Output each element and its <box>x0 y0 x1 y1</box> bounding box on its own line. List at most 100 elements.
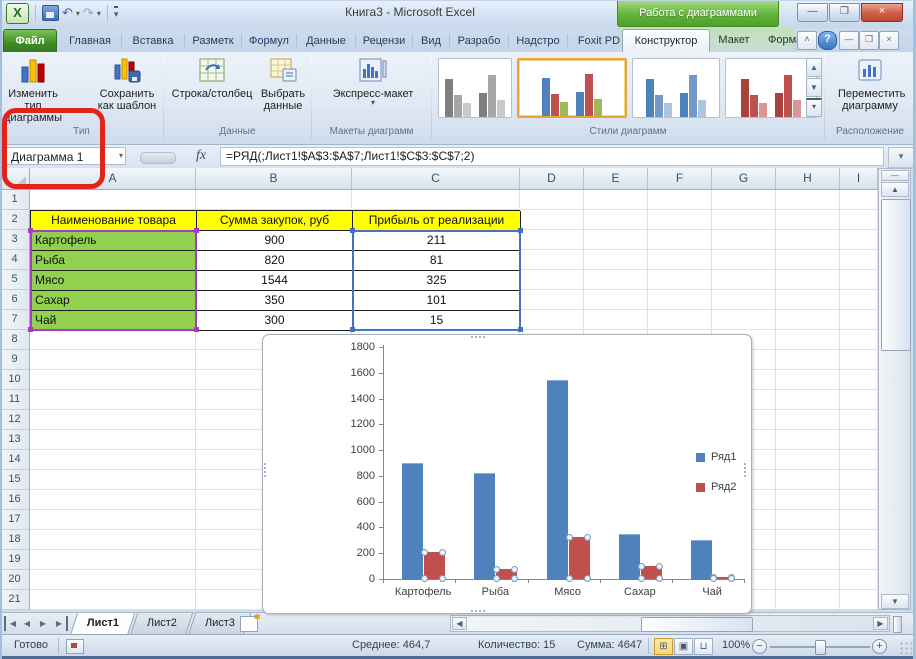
select-data-button[interactable]: Выбрать данные <box>256 54 310 124</box>
selection-handle[interactable] <box>566 534 573 541</box>
last-sheet-icon[interactable]: ▶ <box>52 616 68 631</box>
gallery-scroll-up-icon[interactable]: ▲ <box>806 58 822 77</box>
undo-icon[interactable]: ↶ <box>62 5 73 21</box>
row-header-21[interactable]: 21 <box>0 590 30 610</box>
chart-grip-bottom[interactable] <box>471 610 485 612</box>
scroll-left-icon[interactable]: ◀ <box>452 617 467 630</box>
switch-row-column-button[interactable]: Строка/столбец <box>170 54 254 124</box>
name-box-dropdown-icon[interactable]: ▾ <box>119 148 123 164</box>
first-sheet-icon[interactable]: ◀ <box>4 616 20 631</box>
row-header-1[interactable]: 1 <box>0 190 30 210</box>
page-layout-view-icon[interactable]: ▣ <box>674 638 693 655</box>
table-header-cell[interactable]: Сумма закупок, руб <box>197 211 353 231</box>
prev-sheet-icon[interactable]: ◀ <box>20 616 34 631</box>
zoom-in-icon[interactable]: + <box>872 639 887 654</box>
horizontal-scroll-thumb[interactable] <box>641 617 753 632</box>
row-header-20[interactable]: 20 <box>0 570 30 590</box>
chart-grip-left[interactable] <box>264 463 266 477</box>
gallery-more-icon[interactable]: ▾ <box>806 98 822 117</box>
insert-function-icon[interactable]: fx <box>188 147 214 165</box>
row-header-9[interactable]: 9 <box>0 350 30 370</box>
workbook-close-icon[interactable]: × <box>879 31 899 50</box>
expand-formula-bar-icon[interactable]: ▾ <box>888 147 914 168</box>
range-handle[interactable] <box>28 228 33 233</box>
quick-layout-button[interactable]: Экспресс-макет ▾ <box>330 54 416 124</box>
bar-series1-4[interactable] <box>619 534 640 580</box>
workbook-restore-icon[interactable]: ❒ <box>859 31 879 50</box>
range-handle[interactable] <box>28 327 33 332</box>
insert-sheet-icon[interactable]: ✱ <box>240 616 258 632</box>
column-header-E[interactable]: E <box>584 168 648 190</box>
excel-logo-icon[interactable]: X <box>6 3 29 24</box>
table-cell[interactable]: 101 <box>353 291 521 311</box>
split-handle[interactable]: — <box>881 170 909 181</box>
tab-5[interactable]: Данные <box>298 30 354 52</box>
vertical-scrollbar[interactable]: — ▲ ▼ <box>878 168 911 610</box>
tab-file[interactable]: Файл <box>3 29 57 54</box>
selection-handle[interactable] <box>638 575 645 582</box>
chart-grip-right[interactable] <box>744 463 746 477</box>
row-header-4[interactable]: 4 <box>0 250 30 270</box>
tab-макет[interactable]: Макет <box>710 29 758 52</box>
scroll-up-icon[interactable]: ▲ <box>881 182 909 197</box>
sheet-tab-лист2[interactable]: Лист2 <box>130 613 193 635</box>
selection-handle[interactable] <box>566 575 573 582</box>
table-cell[interactable]: 900 <box>197 231 353 251</box>
selection-handle[interactable] <box>511 575 518 582</box>
minimize-button[interactable]: — <box>797 3 828 22</box>
column-header-B[interactable]: B <box>196 168 352 190</box>
range-handle[interactable] <box>518 228 523 233</box>
bar-series1-3[interactable] <box>547 380 568 580</box>
style-color[interactable] <box>517 58 627 118</box>
table-cell[interactable]: 81 <box>353 251 521 271</box>
legend-entry-Ряд2[interactable]: Ряд2 <box>696 481 736 493</box>
normal-view-icon[interactable]: ⊞ <box>654 638 673 655</box>
range-handle[interactable] <box>350 228 355 233</box>
gallery-scroll-down-icon[interactable]: ▼ <box>806 78 822 97</box>
resize-grip[interactable] <box>899 641 912 654</box>
selection-handle[interactable] <box>638 563 645 570</box>
table-cell[interactable]: Мясо <box>31 271 197 291</box>
column-header-C[interactable]: C <box>352 168 520 190</box>
tab-9[interactable]: Надстро <box>510 30 566 52</box>
table-header-cell[interactable]: Прибыль от реализации <box>353 211 521 231</box>
row-header-16[interactable]: 16 <box>0 490 30 510</box>
row-header-3[interactable]: 3 <box>0 230 30 250</box>
column-header-A[interactable]: A <box>30 168 196 190</box>
redo-dropdown-icon[interactable]: ▾ <box>97 9 101 18</box>
scroll-right-icon[interactable]: ▶ <box>873 617 888 630</box>
move-chart-button[interactable]: Переместить диаграмму <box>838 54 902 124</box>
next-sheet-icon[interactable]: ▶ <box>36 616 50 631</box>
page-break-view-icon[interactable]: ⊔ <box>694 638 713 655</box>
zoom-out-icon[interactable]: − <box>752 639 767 654</box>
column-header-D[interactable]: D <box>520 168 584 190</box>
tab-1[interactable]: Главная <box>60 30 120 52</box>
bar-series1-1[interactable] <box>402 463 423 580</box>
row-header-8[interactable]: 8 <box>0 330 30 350</box>
save-as-template-button[interactable]: Сохранить как шаблон <box>97 54 157 124</box>
selection-handle[interactable] <box>584 575 591 582</box>
row-header-6[interactable]: 6 <box>0 290 30 310</box>
scroll-down-icon[interactable]: ▼ <box>881 594 909 609</box>
row-header-10[interactable]: 10 <box>0 370 30 390</box>
customize-qat-icon[interactable]: ▾ <box>114 6 119 20</box>
style-blue[interactable] <box>632 58 720 118</box>
row-header-15[interactable]: 15 <box>0 470 30 490</box>
table-cell[interactable]: Картофель <box>31 231 197 251</box>
row-header-17[interactable]: 17 <box>0 510 30 530</box>
table-cell[interactable]: 211 <box>353 231 521 251</box>
tab-6[interactable]: Рецензи <box>357 30 411 52</box>
change-chart-type-button[interactable]: Изменить тип диаграммы <box>3 54 63 124</box>
macro-record-icon[interactable] <box>66 639 84 654</box>
selection-handle[interactable] <box>584 534 591 541</box>
selection-handle[interactable] <box>728 575 735 582</box>
selection-handle[interactable] <box>493 575 500 582</box>
save-icon[interactable] <box>42 5 59 21</box>
row-header-11[interactable]: 11 <box>0 390 30 410</box>
table-cell[interactable]: Сахар <box>31 291 197 311</box>
style-red[interactable] <box>725 58 817 118</box>
column-header-F[interactable]: F <box>648 168 712 190</box>
range-handle[interactable] <box>518 327 523 332</box>
table-cell[interactable]: 300 <box>197 311 353 331</box>
horizontal-scrollbar[interactable]: ◀ ▶ <box>450 615 890 632</box>
